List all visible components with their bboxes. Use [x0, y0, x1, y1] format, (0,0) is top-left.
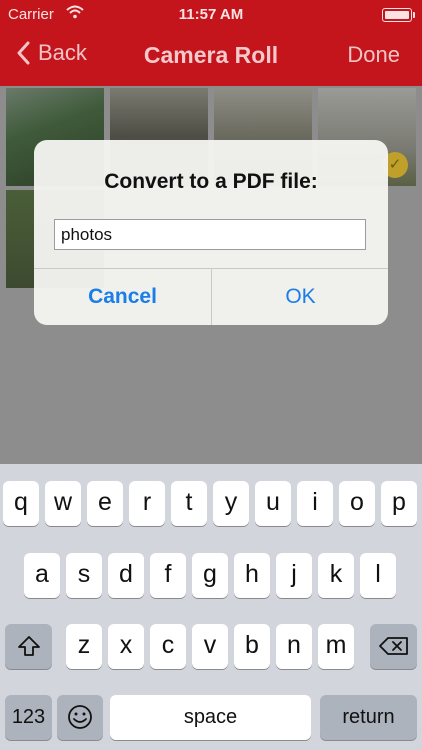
key-j[interactable]: j: [276, 553, 312, 598]
key-h[interactable]: h: [234, 553, 270, 598]
key-x[interactable]: x: [108, 624, 144, 669]
key-e[interactable]: e: [87, 481, 123, 526]
space-key[interactable]: space: [110, 695, 311, 740]
key-d[interactable]: d: [108, 553, 144, 598]
key-l[interactable]: l: [360, 553, 396, 598]
key-y[interactable]: y: [213, 481, 249, 526]
ok-button[interactable]: OK: [212, 268, 388, 325]
battery-icon: [382, 8, 415, 22]
status-bar: Carrier 11:57 AM: [0, 0, 422, 30]
shift-icon: [17, 636, 40, 656]
done-button[interactable]: Done: [347, 42, 400, 68]
key-q[interactable]: q: [3, 481, 39, 526]
key-s[interactable]: s: [66, 553, 102, 598]
key-a[interactable]: a: [24, 553, 60, 598]
convert-pdf-dialog: Convert to a PDF file: photos Cancel OK: [34, 140, 388, 325]
key-w[interactable]: w: [45, 481, 81, 526]
status-time: 11:57 AM: [178, 6, 244, 23]
shift-key[interactable]: [5, 624, 52, 669]
return-key[interactable]: return: [320, 695, 417, 740]
key-n[interactable]: n: [276, 624, 312, 669]
key-v[interactable]: v: [192, 624, 228, 669]
delete-icon: [378, 637, 408, 655]
emoji-icon: [68, 705, 92, 729]
key-r[interactable]: r: [129, 481, 165, 526]
key-p[interactable]: p: [381, 481, 417, 526]
numbers-key[interactable]: 123: [5, 695, 52, 740]
key-o[interactable]: o: [339, 481, 375, 526]
dialog-title: Convert to a PDF file:: [104, 170, 318, 193]
key-t[interactable]: t: [171, 481, 207, 526]
keyboard: q w e r t y u i o p a s d f g h j k l z …: [0, 464, 422, 750]
top-bar: Carrier 11:57 AM Back Camera Roll Done: [0, 0, 422, 86]
key-c[interactable]: c: [150, 624, 186, 669]
key-b[interactable]: b: [234, 624, 270, 669]
backspace-key[interactable]: [370, 624, 417, 669]
emoji-key[interactable]: [57, 695, 103, 740]
key-i[interactable]: i: [297, 481, 333, 526]
key-m[interactable]: m: [318, 624, 354, 669]
key-u[interactable]: u: [255, 481, 291, 526]
cancel-button[interactable]: Cancel: [34, 268, 211, 325]
key-z[interactable]: z: [66, 624, 102, 669]
key-f[interactable]: f: [150, 553, 186, 598]
navigation-bar: Back Camera Roll Done: [0, 34, 422, 80]
key-k[interactable]: k: [318, 553, 354, 598]
key-g[interactable]: g: [192, 553, 228, 598]
filename-input[interactable]: photos: [54, 219, 366, 250]
